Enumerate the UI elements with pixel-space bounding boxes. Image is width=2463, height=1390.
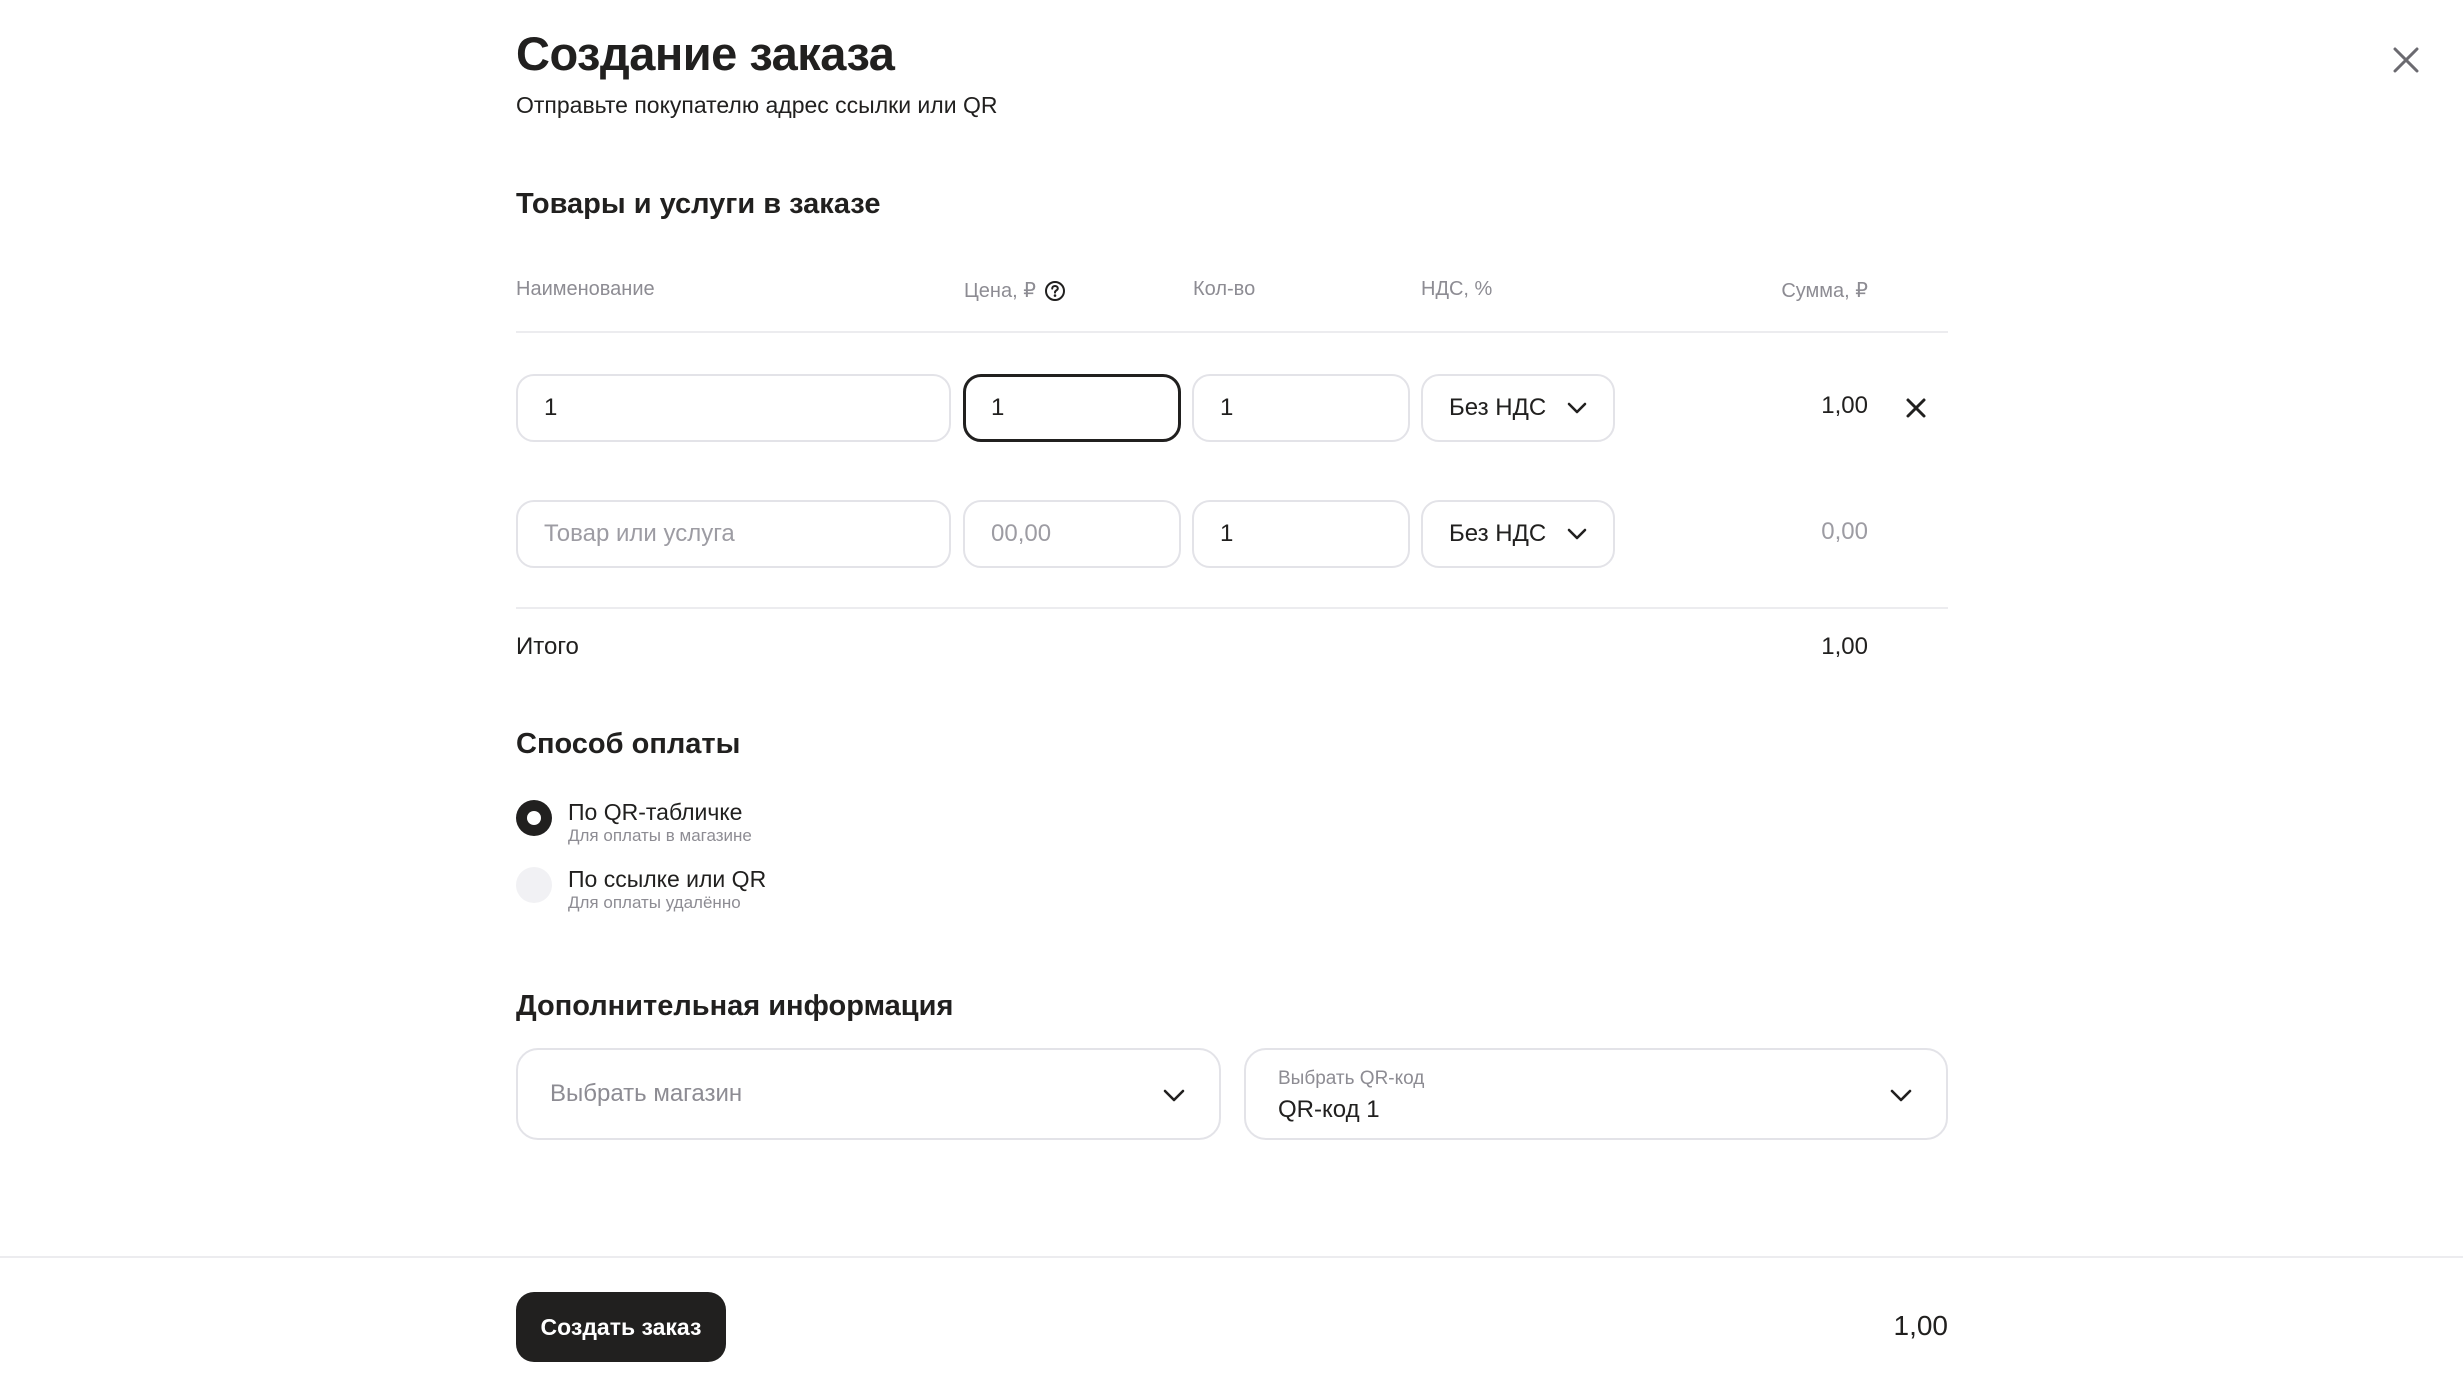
new-item-name-placeholder: Товар или услуга [544, 520, 735, 547]
chevron-down-icon [1890, 1089, 1912, 1102]
column-header-sum: Сумма, ₽ [1781, 280, 1868, 302]
extra-section-title: Дополнительная информация [516, 990, 954, 1022]
payment-option-link[interactable]: По ссылке или QR Для оплаты удалённо [516, 865, 766, 913]
new-item-sum: 0,00 [1821, 518, 1868, 545]
item-sum: 1,00 [1821, 392, 1868, 419]
column-header-name: Наименование [516, 278, 655, 300]
page-subtitle: Отправьте покупателю адрес ссылки или QR [516, 92, 998, 118]
qr-code-select[interactable]: Выбрать QR-код QR-код 1 [1244, 1048, 1948, 1140]
footer-divider [0, 1256, 2463, 1258]
column-header-vat: НДС, % [1421, 278, 1493, 300]
total-label: Итого [516, 633, 579, 660]
item-price-value: 1 [991, 394, 1005, 421]
new-item-vat-value: Без НДС [1449, 520, 1547, 547]
payment-option-label: По ссылке или QR [568, 866, 767, 892]
create-order-button[interactable]: Создать заказ [516, 1292, 726, 1362]
payment-option-sub: Для оплаты удалённо [568, 893, 741, 912]
radio-unselected[interactable] [516, 867, 552, 903]
payment-option-text: По QR-табличке Для оплаты в магазине [568, 798, 752, 846]
store-select-placeholder: Выбрать магазин [550, 1080, 743, 1107]
column-header-price-label: Цена, ₽ [964, 280, 1036, 302]
column-header-price: Цена, ₽ [964, 278, 1066, 303]
payment-section-title: Способ оплаты [516, 728, 741, 760]
payment-option-text: По ссылке или QR Для оплаты удалённо [568, 865, 766, 913]
new-item-price-placeholder: 00,00 [991, 520, 1052, 547]
header-divider [516, 331, 1948, 333]
item-name-input[interactable]: 1 [516, 374, 951, 442]
item-name-value: 1 [544, 394, 558, 421]
payment-option-sub: Для оплаты в магазине [568, 826, 752, 845]
item-vat-value: Без НДС [1449, 394, 1547, 421]
new-item-price-input[interactable]: 00,00 [963, 500, 1181, 568]
qr-code-select-value: QR-код 1 [1278, 1096, 1380, 1123]
remove-row-icon [1906, 398, 1926, 418]
close-icon [2393, 47, 2419, 73]
help-circle-icon[interactable] [1044, 280, 1066, 302]
footer-total: 1,00 [1893, 1310, 1949, 1341]
new-item-name-input[interactable]: Товар или услуга [516, 500, 951, 568]
column-header-qty: Кол-во [1193, 278, 1256, 300]
qr-code-select-label: Выбрать QR-код [1278, 1068, 1425, 1089]
total-value: 1,00 [1821, 633, 1868, 660]
radio-dot [527, 811, 541, 825]
item-qty-value: 1 [1220, 394, 1234, 421]
page-title: Создание заказа [516, 27, 895, 80]
items-section-title: Товары и услуги в заказе [516, 188, 881, 220]
chevron-down-icon [1163, 1089, 1185, 1102]
item-qty-input[interactable]: 1 [1192, 374, 1410, 442]
payment-option-label: По QR-табличке [568, 799, 743, 825]
chevron-down-icon [1567, 402, 1587, 414]
item-vat-select[interactable]: Без НДС [1421, 374, 1615, 442]
radio-selected[interactable] [516, 800, 552, 836]
new-item-qty-value: 1 [1220, 520, 1234, 547]
store-select[interactable]: Выбрать магазин [516, 1048, 1221, 1140]
item-price-input[interactable]: 1 [963, 374, 1181, 442]
remove-item-button[interactable] [1900, 392, 1932, 424]
close-button[interactable] [2386, 40, 2426, 80]
chevron-down-icon [1567, 528, 1587, 540]
payment-option-qr-plate[interactable]: По QR-табличке Для оплаты в магазине [516, 798, 752, 846]
total-divider [516, 607, 1948, 609]
new-item-qty-input[interactable]: 1 [1192, 500, 1410, 568]
new-item-vat-select[interactable]: Без НДС [1421, 500, 1615, 568]
